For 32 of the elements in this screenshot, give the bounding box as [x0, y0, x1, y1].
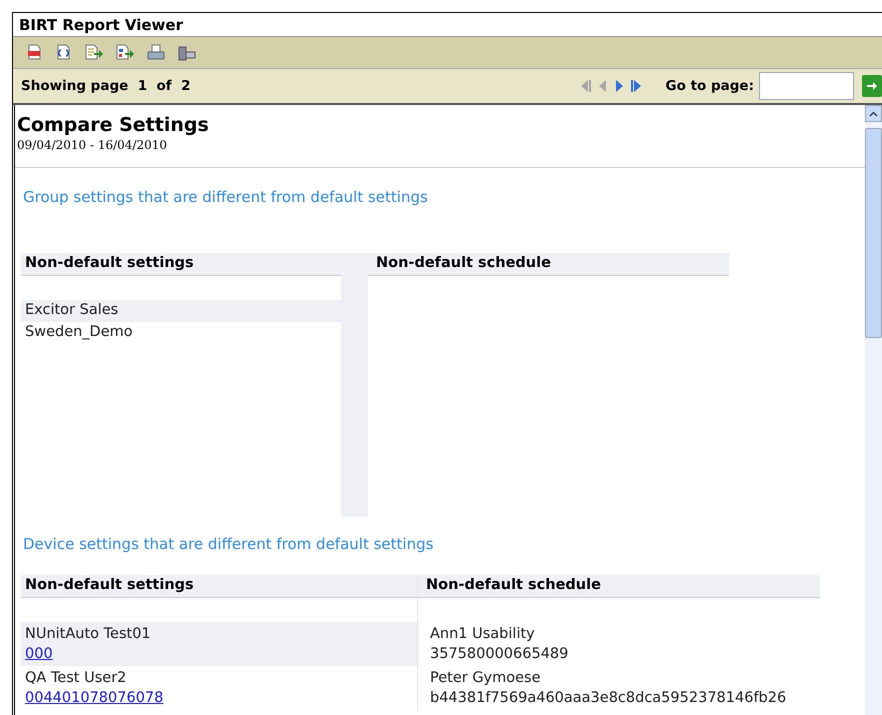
- cell-text: Excitor Sales: [25, 300, 118, 320]
- cell-text: 357580000665489: [430, 645, 568, 664]
- section-heading: Device settings that are different from default settings: [23, 534, 434, 554]
- export-data-icon[interactable]: [84, 44, 104, 62]
- report-dates: 09/04/2010 - 16/04/2010: [17, 137, 168, 153]
- print-server-icon[interactable]: [177, 44, 197, 62]
- page-number-field[interactable]: [759, 72, 854, 100]
- column-header: Non-default schedule: [418, 575, 820, 598]
- chevron-up-icon: [869, 110, 878, 116]
- arrow-right-icon: [866, 80, 878, 92]
- scroll-thumb[interactable]: [865, 128, 882, 338]
- device-link[interactable]: 000: [25, 644, 53, 664]
- cell-text: Sweden_Demo: [25, 322, 133, 342]
- go-to-page-label: Go to page:: [666, 76, 754, 96]
- scroll-up-button[interactable]: [865, 105, 882, 122]
- cell-text: b44381f7569a460aaa3e8c8dca5952378146fb26: [430, 689, 786, 708]
- section-heading: Group settings that are different from default settings: [23, 187, 428, 208]
- column-header: Non-default settings: [21, 575, 417, 598]
- go-button[interactable]: [862, 75, 882, 97]
- cell-text: Ann1 Usability: [430, 625, 535, 644]
- cell-text: QA Test User2: [25, 669, 126, 688]
- cell-text: NUnitAuto Test01: [25, 625, 151, 644]
- column-header: Non-default settings: [21, 252, 341, 276]
- next-page-icon[interactable]: [614, 78, 624, 94]
- column-header: Non-default schedule: [368, 252, 729, 276]
- report-title: Compare Settings: [17, 113, 209, 137]
- export-report-icon[interactable]: [115, 44, 135, 62]
- device-link[interactable]: 004401078076078: [25, 688, 164, 708]
- cell-text: Peter Gymoese: [430, 669, 541, 688]
- scrollbar[interactable]: [865, 105, 882, 715]
- page-status: Showing page 1 of 2: [21, 76, 190, 96]
- printer-icon[interactable]: [146, 44, 166, 62]
